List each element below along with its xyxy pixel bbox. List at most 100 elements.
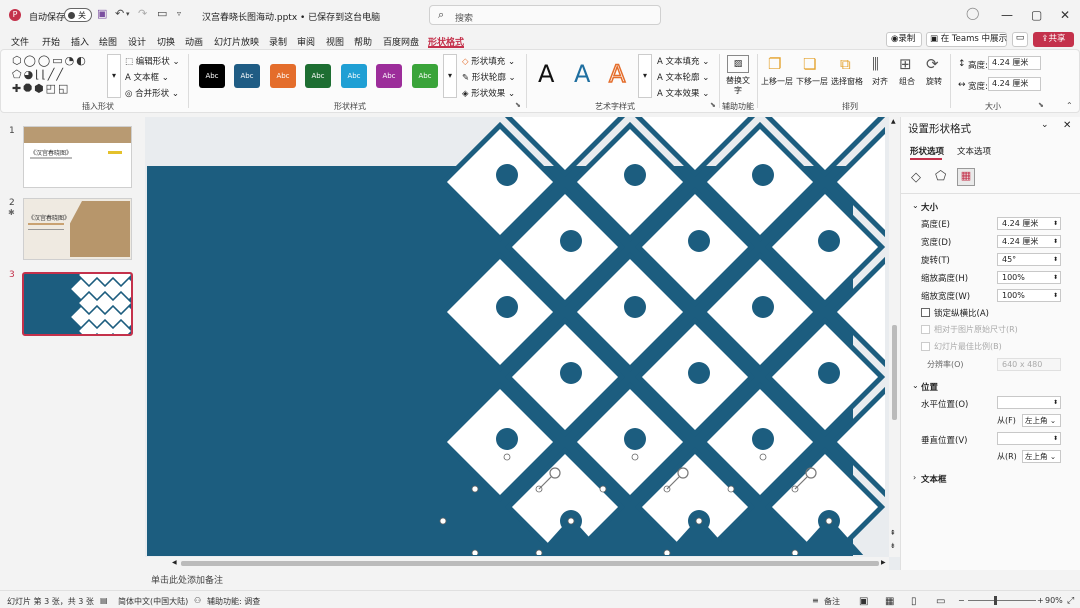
group-button[interactable]: 组合 bbox=[899, 76, 915, 87]
ribbon-height-input[interactable]: 4.24 厘米 bbox=[988, 56, 1041, 70]
tab-review[interactable]: 审阅 bbox=[297, 35, 315, 48]
slide-canvas-area[interactable]: ▲ ⇞ ⇟ ◀ ▶ bbox=[145, 117, 900, 570]
horizontal-position-input[interactable]: ⬍ bbox=[997, 396, 1061, 409]
scrollbar-thumb[interactable] bbox=[892, 325, 897, 420]
fill-line-icon[interactable]: ◇ bbox=[911, 170, 921, 185]
wordart-style-blue[interactable]: A bbox=[574, 60, 590, 88]
dialog-launcher-icon[interactable]: ⬊ bbox=[710, 101, 716, 109]
tab-design[interactable]: 设计 bbox=[128, 35, 146, 48]
text-fill-button[interactable]: A 文本填充 ⌄ bbox=[657, 55, 709, 67]
lock-aspect-checkbox[interactable] bbox=[921, 308, 930, 317]
shape-teardrop-icon[interactable]: ◕ bbox=[24, 68, 36, 81]
shape-style-swatch[interactable]: Abc bbox=[376, 64, 402, 88]
undo-dropdown-icon[interactable]: ▾ bbox=[126, 8, 130, 20]
customize-toolbar-icon[interactable]: ▿ bbox=[177, 8, 181, 20]
fit-to-window-icon[interactable]: ⤢ bbox=[1067, 596, 1074, 606]
shapes-gallery-more-icon[interactable]: ▾ bbox=[107, 54, 121, 98]
bring-forward-icon[interactable]: ❐ bbox=[768, 55, 781, 73]
rotate-button[interactable]: 旋转 bbox=[926, 76, 942, 87]
spinner-icon[interactable]: ⬍ bbox=[1053, 272, 1058, 283]
spinner-icon[interactable]: ⬍ bbox=[1053, 236, 1058, 247]
textbox-section-header[interactable]: 文本框 bbox=[921, 473, 947, 485]
send-backward-button[interactable]: 下移一层 bbox=[796, 76, 828, 87]
merge-shapes-button[interactable]: ◎ 合并形状 ⌄ bbox=[125, 87, 179, 99]
shape-cube-icon[interactable]: ⬢ bbox=[34, 82, 46, 95]
alt-text-icon[interactable]: ▨ bbox=[727, 55, 749, 73]
slide-thumbnail-1[interactable]: 《汉宫春晓图》 bbox=[23, 126, 132, 188]
position-section-header[interactable]: 位置 bbox=[921, 381, 938, 393]
textbox-button[interactable]: A 文本框 ⌄ bbox=[125, 71, 169, 83]
tab-home[interactable]: 开始 bbox=[42, 35, 60, 48]
edit-shape-button[interactable]: ⬚ 编辑形状 ⌄ bbox=[125, 55, 180, 67]
zoom-out-icon[interactable]: − bbox=[958, 596, 965, 605]
shape-line-icon[interactable]: ╱ bbox=[56, 68, 65, 81]
share-button[interactable]: ⇪共享 bbox=[1033, 32, 1074, 47]
spinner-icon[interactable]: ⬍ bbox=[1053, 290, 1058, 301]
shape-octagon-icon[interactable]: ⬡ bbox=[12, 54, 24, 67]
normal-view-icon[interactable]: ▣ bbox=[859, 596, 868, 607]
selection-pane-icon[interactable]: ⧉ bbox=[840, 55, 851, 73]
shape-star-icon[interactable]: ⬠ bbox=[12, 68, 24, 81]
reading-view-icon[interactable]: ▯ bbox=[911, 596, 917, 607]
shape-octagon-icon[interactable]: ⯃ bbox=[23, 82, 34, 95]
pane-close-icon[interactable]: ✕ bbox=[1063, 120, 1071, 131]
send-backward-icon[interactable]: ❏ bbox=[803, 55, 816, 73]
height-input[interactable]: 4.24 厘米 ⬍ bbox=[997, 217, 1061, 230]
zoom-in-icon[interactable]: + bbox=[1037, 596, 1044, 605]
selection-pane-button[interactable]: 选择窗格 bbox=[831, 76, 863, 87]
notes-button[interactable]: 备注 bbox=[824, 596, 840, 607]
tab-record[interactable]: 录制 bbox=[269, 35, 287, 48]
zoom-slider-track[interactable] bbox=[968, 600, 1036, 601]
avatar[interactable]: ◯ bbox=[966, 6, 980, 24]
tab-view[interactable]: 视图 bbox=[326, 35, 344, 48]
text-effects-button[interactable]: A 文本效果 ⌄ bbox=[657, 87, 709, 99]
tab-file[interactable]: 文件 bbox=[11, 35, 29, 48]
shape-pie-icon[interactable]: ◔ bbox=[65, 54, 77, 67]
tab-slideshow[interactable]: 幻灯片放映 bbox=[214, 35, 259, 48]
resolution-select[interactable]: 640 x 480 bbox=[997, 358, 1061, 371]
align-icon[interactable]: ⫼ bbox=[872, 55, 879, 73]
slide-sorter-icon[interactable]: ▦ bbox=[885, 596, 894, 607]
align-button[interactable]: 对齐 bbox=[872, 76, 888, 87]
size-properties-icon[interactable]: ▦ bbox=[957, 168, 975, 186]
title-chevron-down-icon[interactable]: ⌄ bbox=[353, 8, 359, 20]
shape-circle-icon[interactable]: ◯ bbox=[38, 54, 52, 67]
dialog-launcher-icon[interactable]: ⬊ bbox=[515, 101, 521, 109]
notes-area[interactable]: 单击此处添加备注 bbox=[145, 570, 900, 590]
slideshow-icon[interactable]: ▭ bbox=[936, 596, 945, 607]
best-scale-checkbox[interactable] bbox=[921, 342, 930, 351]
tab-draw[interactable]: 绘图 bbox=[99, 35, 117, 48]
effects-pentagon-icon[interactable]: ⬠ bbox=[935, 169, 946, 184]
lattice-shapes[interactable] bbox=[145, 117, 900, 570]
shape-style-swatch[interactable]: Abc bbox=[234, 64, 260, 88]
shape-style-swatch[interactable]: Abc bbox=[199, 64, 225, 88]
slide-thumbnail-3[interactable] bbox=[22, 272, 133, 336]
ribbon-width-input[interactable]: 4.24 厘米 bbox=[988, 77, 1041, 91]
redo-icon[interactable]: ↷ bbox=[138, 8, 147, 20]
dialog-launcher-icon[interactable]: ⬊ bbox=[1038, 101, 1044, 109]
rotate-icon[interactable]: ⟳ bbox=[926, 55, 939, 73]
spellcheck-icon[interactable]: ▤ bbox=[100, 596, 108, 605]
tab-shape-options[interactable]: 形状选项 bbox=[910, 145, 944, 157]
shape-circle-icon[interactable]: ◯ bbox=[24, 54, 38, 67]
shape-outline-button[interactable]: ✎ 形状轮廓 ⌄ bbox=[462, 71, 516, 83]
start-from-beginning-icon[interactable]: ▭ bbox=[157, 8, 167, 20]
accessibility-icon[interactable]: ⚇ bbox=[194, 596, 201, 605]
tab-transitions[interactable]: 切换 bbox=[157, 35, 175, 48]
shape-bracket-icon[interactable]: ◰ bbox=[46, 82, 58, 95]
from-select-vertical[interactable]: 左上角 ⌄ bbox=[1022, 450, 1061, 463]
size-section-header[interactable]: 大小 bbox=[921, 201, 938, 213]
tab-baidu-netdisk[interactable]: 百度网盘 bbox=[383, 35, 419, 48]
slide-thumbnail-2[interactable]: 《汉宫春晓图》 bbox=[23, 198, 132, 260]
maximize-icon[interactable]: ▢ bbox=[1031, 8, 1042, 22]
comments-icon[interactable]: ▭ bbox=[1012, 32, 1028, 47]
accessibility-status[interactable]: 辅助功能: 调查 bbox=[207, 596, 260, 607]
width-input[interactable]: 4.24 厘米 ⬍ bbox=[997, 235, 1061, 248]
shape-rect-icon[interactable]: ▭ bbox=[52, 54, 64, 67]
wordart-style-black[interactable]: A bbox=[538, 60, 554, 88]
zoom-slider-thumb[interactable] bbox=[994, 596, 997, 605]
scroll-up-icon[interactable]: ▲ bbox=[891, 118, 896, 125]
scroll-left-icon[interactable]: ◀ bbox=[172, 559, 177, 566]
bring-forward-button[interactable]: 上移一层 bbox=[761, 76, 793, 87]
tab-insert[interactable]: 插入 bbox=[71, 35, 89, 48]
